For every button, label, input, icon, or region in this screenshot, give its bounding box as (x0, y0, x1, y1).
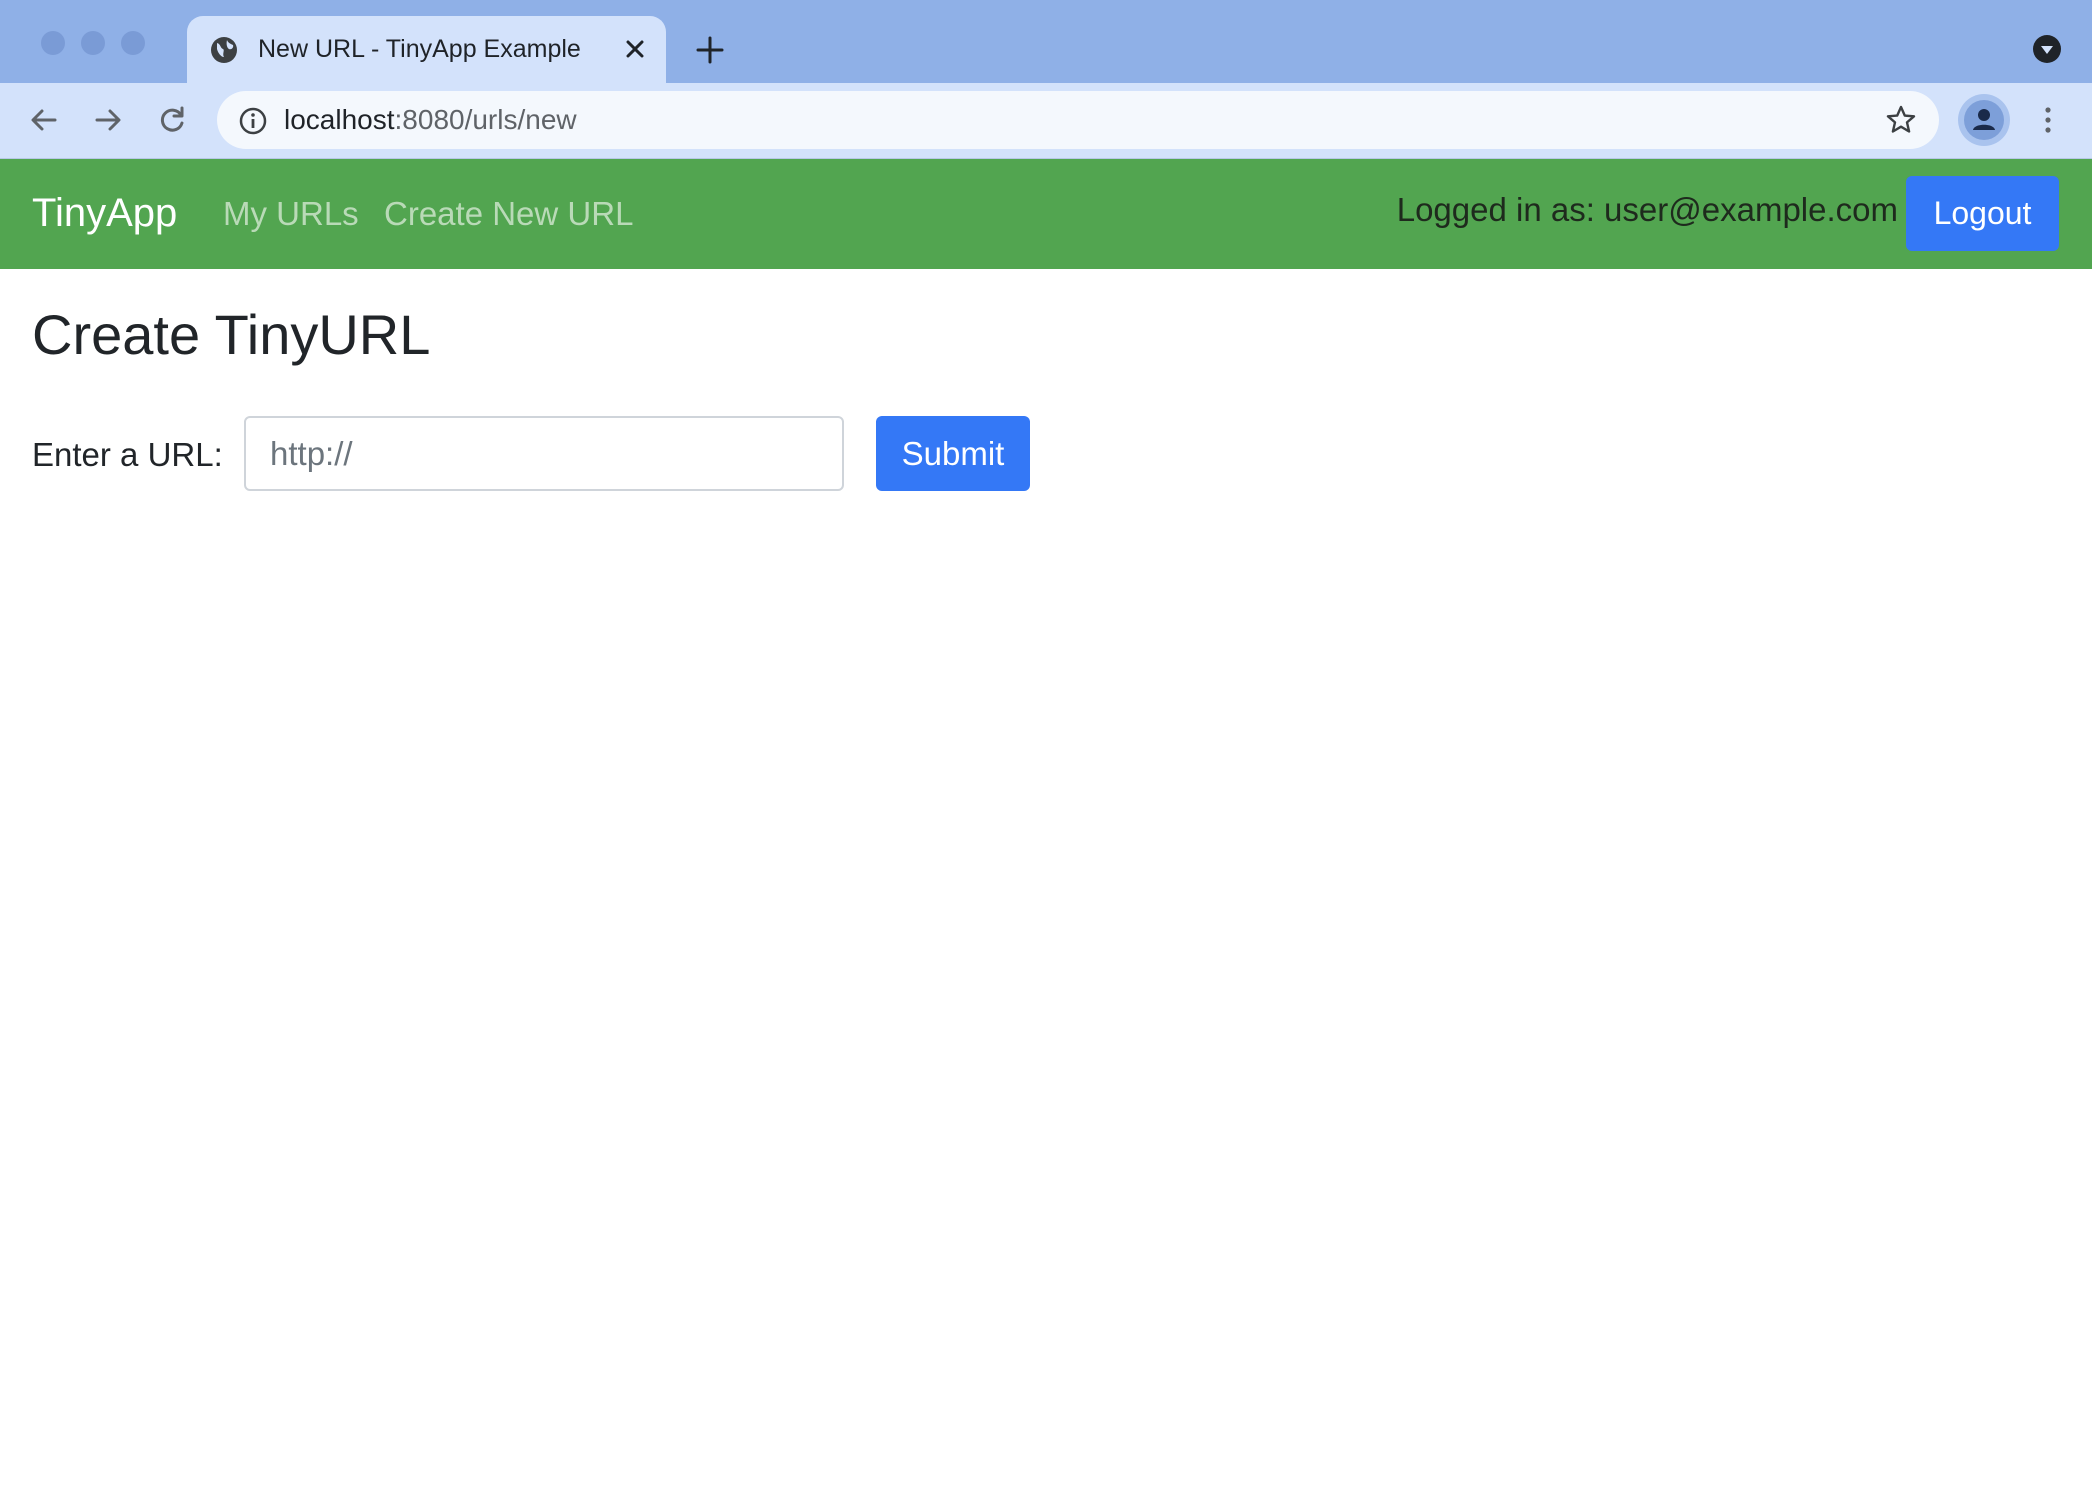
address-path: :8080/urls/new (394, 104, 577, 135)
url-field-label: Enter a URL: (32, 436, 223, 473)
address-host: localhost (284, 104, 395, 135)
logout-button[interactable]: Logout (1906, 176, 2059, 251)
address-text: localhost:8080/urls/new (284, 104, 577, 136)
long-url-input[interactable] (244, 416, 844, 491)
reload-icon[interactable] (155, 103, 189, 137)
forward-arrow-icon[interactable] (91, 103, 125, 137)
bookmark-star-icon[interactable] (1885, 104, 1917, 136)
avatar-icon (1964, 100, 2004, 140)
browser-tabstrip: New URL - TinyApp Example (0, 0, 2092, 83)
info-icon[interactable] (238, 106, 268, 136)
page-title: Create TinyURL (32, 303, 431, 366)
more-options-icon[interactable] (2035, 103, 2061, 137)
window-maximize-button[interactable] (121, 31, 145, 55)
close-icon[interactable] (621, 35, 649, 63)
window-close-button[interactable] (41, 31, 65, 55)
tab-title: New URL - TinyApp Example (258, 35, 581, 63)
address-bar[interactable]: localhost:8080/urls/new (217, 91, 1939, 149)
brand-link[interactable]: TinyApp (32, 191, 177, 236)
profile-button[interactable] (1958, 94, 2010, 146)
nav-link-my-urls[interactable]: My URLs (223, 195, 359, 233)
window-minimize-button[interactable] (81, 31, 105, 55)
nav-link-create-new-url[interactable]: Create New URL (384, 195, 633, 233)
browser-toolbar: localhost:8080/urls/new (0, 83, 2092, 159)
app-navbar: TinyApp My URLs Create New URL Logged in… (0, 159, 2092, 269)
browser-tab[interactable]: New URL - TinyApp Example (187, 16, 666, 83)
globe-icon (211, 37, 237, 63)
submit-button[interactable]: Submit (876, 416, 1030, 491)
back-arrow-icon[interactable] (27, 103, 61, 137)
logged-in-text: Logged in as: user@example.com (1396, 191, 1898, 228)
new-tab-button[interactable] (694, 34, 726, 66)
tab-search-icon[interactable] (2032, 34, 2062, 64)
